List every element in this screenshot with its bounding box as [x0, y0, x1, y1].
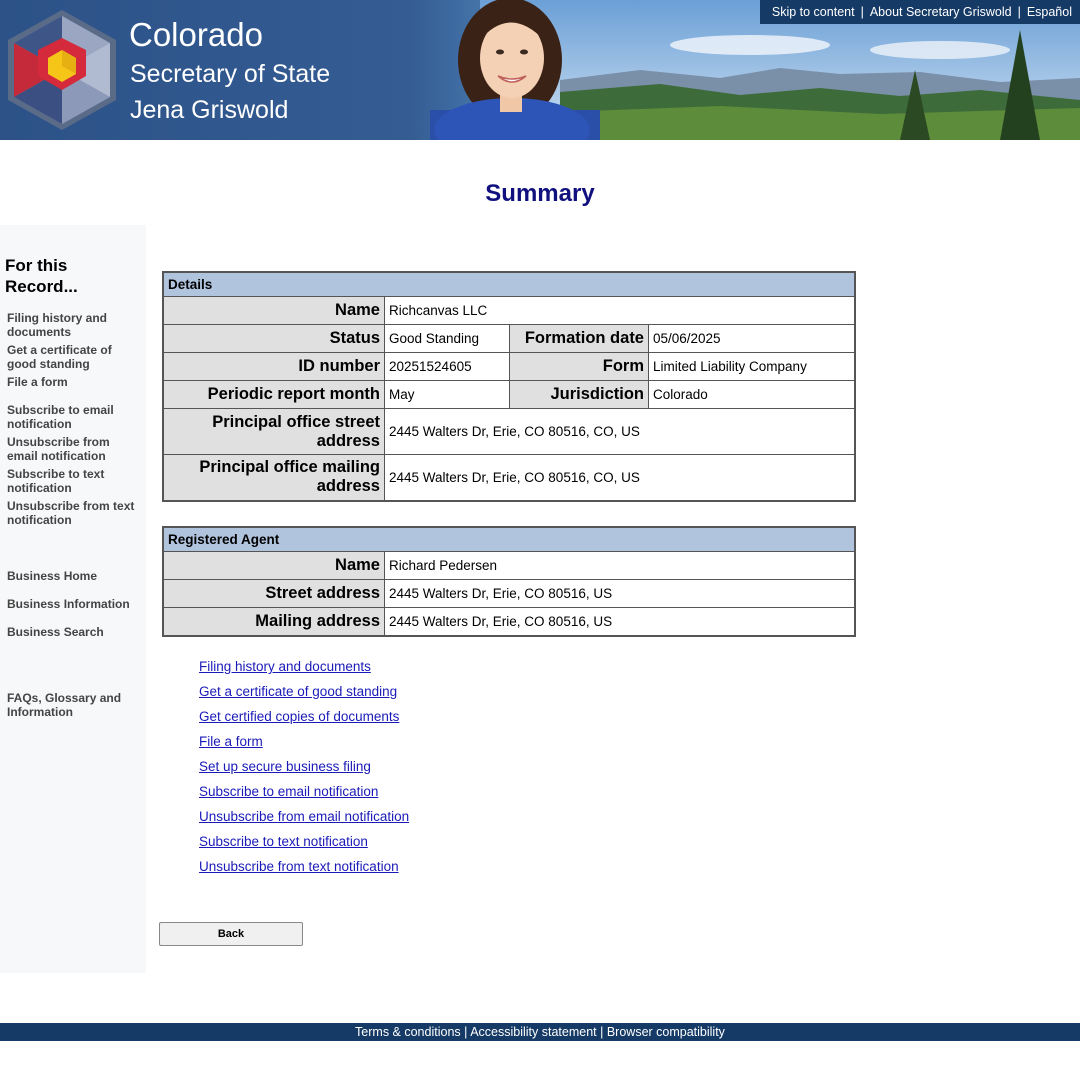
agent-mailing-value: 2445 Walters Dr, Erie, CO 80516, US: [384, 607, 856, 636]
separator: |: [860, 5, 864, 19]
header-title-office: Secretary of State: [130, 60, 331, 88]
jurisdiction-value: Colorado: [648, 380, 856, 409]
subscribe-email-link[interactable]: Subscribe to email notification: [199, 784, 409, 809]
skip-to-content-link[interactable]: Skip to content: [772, 5, 855, 19]
form-value: Limited Liability Company: [648, 352, 856, 381]
id-number-label: ID number: [162, 352, 385, 381]
sidebar-item-unsubscribe-email[interactable]: Unsubscribe from email notification: [7, 435, 139, 463]
name-label: Name: [162, 296, 385, 325]
agent-street-value: 2445 Walters Dr, Erie, CO 80516, US: [384, 579, 856, 608]
sidebar-item-subscribe-text[interactable]: Subscribe to text notification: [7, 467, 139, 495]
browser-compatibility-link[interactable]: Browser compatibility: [607, 1025, 725, 1039]
sidebar-item-certificate[interactable]: Get a certificate of good standing: [7, 343, 139, 371]
filing-history-link[interactable]: Filing history and documents: [199, 659, 409, 684]
record-action-links: Filing history and documents Get a certi…: [199, 659, 409, 884]
footer-bar: Terms & conditions | Accessibility state…: [0, 1023, 1080, 1041]
sidebar-item-business-information[interactable]: Business Information: [7, 597, 139, 611]
form-label: Form: [509, 352, 649, 381]
accessibility-statement-link[interactable]: Accessibility statement: [470, 1025, 596, 1039]
back-button[interactable]: Back: [159, 922, 303, 946]
periodic-report-label: Periodic report month: [162, 380, 385, 409]
espanol-link[interactable]: Español: [1027, 5, 1072, 19]
formation-date-label: Formation date: [509, 324, 649, 353]
header-title-name: Jena Griswold: [130, 96, 289, 124]
certificate-good-standing-link[interactable]: Get a certificate of good standing: [199, 684, 409, 709]
separator: |: [1017, 5, 1021, 19]
periodic-report-value: May: [384, 380, 510, 409]
header-title-state: Colorado: [129, 16, 263, 53]
header-banner: Colorado Secretary of State Jena Griswol…: [0, 0, 1080, 140]
formation-date-value: 05/06/2025: [648, 324, 856, 353]
status-value: Good Standing: [384, 324, 510, 353]
details-header: Details: [162, 271, 856, 297]
details-table: Details Name Richcanvas LLC Status Good …: [162, 271, 856, 502]
principal-street-label: Principal office street address: [162, 408, 385, 455]
agent-street-label: Street address: [162, 579, 385, 608]
jurisdiction-label: Jurisdiction: [509, 380, 649, 409]
terms-conditions-link[interactable]: Terms & conditions: [355, 1025, 461, 1039]
page-title: Summary: [485, 180, 595, 207]
separator: |: [464, 1025, 468, 1039]
status-label: Status: [162, 324, 385, 353]
agent-name-value: Richard Pedersen: [384, 551, 856, 580]
sidebar-heading: For this Record...: [5, 256, 78, 296]
subscribe-text-link[interactable]: Subscribe to text notification: [199, 834, 409, 859]
registered-agent-header: Registered Agent: [162, 526, 856, 552]
sidebar-item-faqs[interactable]: FAQs, Glossary and Information: [7, 691, 139, 719]
sidebar-item-business-search[interactable]: Business Search: [7, 625, 139, 639]
certified-copies-link[interactable]: Get certified copies of documents: [199, 709, 409, 734]
sidebar-item-subscribe-email[interactable]: Subscribe to email notification: [7, 403, 139, 431]
agent-name-label: Name: [162, 551, 385, 580]
unsubscribe-text-link[interactable]: Unsubscribe from text notification: [199, 859, 409, 884]
sidebar-item-filing-history[interactable]: Filing history and documents: [7, 311, 139, 339]
sidebar-item-unsubscribe-text[interactable]: Unsubscribe from text notification: [7, 499, 139, 527]
sidebar: For this Record... Filing history and do…: [0, 225, 146, 973]
sidebar-item-business-home[interactable]: Business Home: [7, 569, 139, 583]
principal-mailing-label: Principal office mailing address: [162, 454, 385, 501]
registered-agent-table: Registered Agent Name Richard Pedersen S…: [162, 526, 856, 637]
agent-mailing-label: Mailing address: [162, 607, 385, 636]
sidebar-item-file-form[interactable]: File a form: [7, 375, 139, 389]
separator: |: [600, 1025, 604, 1039]
colorado-logo-icon: [8, 10, 116, 130]
about-secretary-link[interactable]: About Secretary Griswold: [870, 5, 1012, 19]
id-number-value: 20251524605: [384, 352, 510, 381]
secure-business-filing-link[interactable]: Set up secure business filing: [199, 759, 409, 784]
principal-street-value: 2445 Walters Dr, Erie, CO 80516, CO, US: [384, 408, 856, 455]
file-form-link[interactable]: File a form: [199, 734, 409, 759]
name-value: Richcanvas LLC: [384, 296, 856, 325]
principal-mailing-value: 2445 Walters Dr, Erie, CO 80516, CO, US: [384, 454, 856, 501]
top-links-bar: Skip to content | About Secretary Griswo…: [759, 0, 1080, 24]
unsubscribe-email-link[interactable]: Unsubscribe from email notification: [199, 809, 409, 834]
